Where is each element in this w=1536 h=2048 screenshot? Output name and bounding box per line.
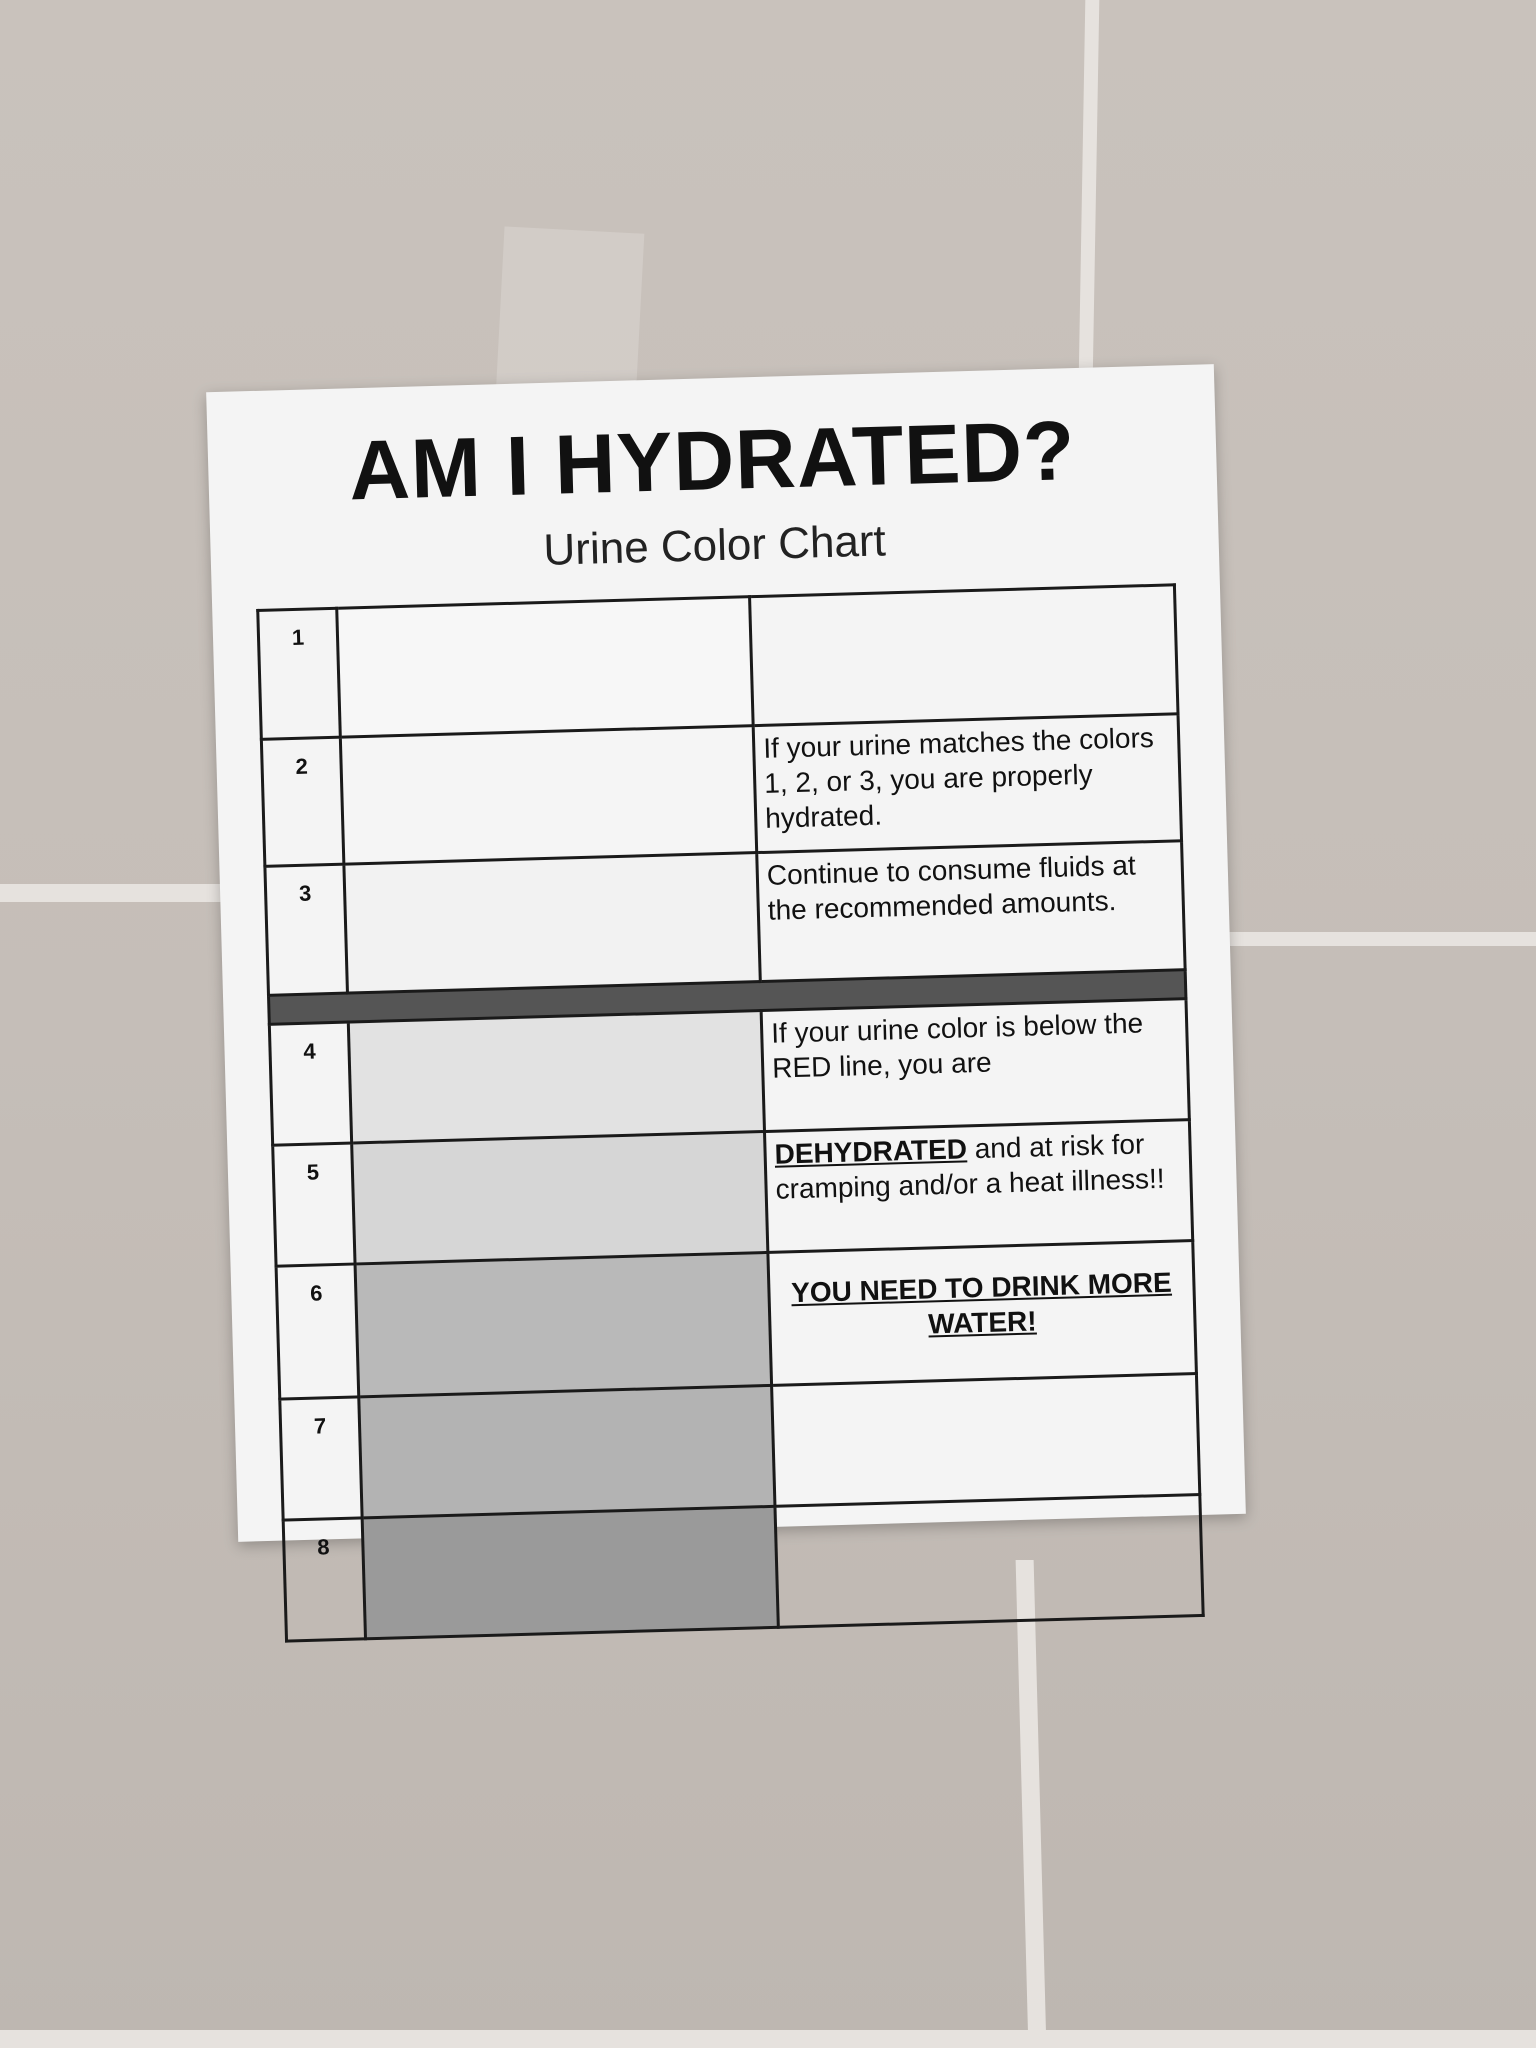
row-number: 8 <box>283 1517 366 1642</box>
row-number: 6 <box>276 1263 359 1400</box>
row-number: 1 <box>257 608 341 740</box>
table-row: 8 <box>283 1494 1204 1642</box>
row-number: 2 <box>261 737 344 867</box>
color-swatch <box>348 1010 765 1144</box>
continue-fluids-note: Continue to consume fluids at the recomm… <box>756 840 1186 982</box>
table-row: 1 <box>257 584 1178 740</box>
hydration-poster: AM I HYDRATED? Urine Color Chart 1 2 If … <box>206 364 1246 1642</box>
below-line-note: If your urine color is below the RED lin… <box>761 998 1190 1132</box>
row-number: 3 <box>264 864 348 996</box>
color-swatch <box>358 1385 775 1518</box>
row-number: 4 <box>269 1022 352 1146</box>
color-swatch <box>355 1252 772 1397</box>
note-cell <box>771 1373 1200 1507</box>
table-row: 2 If your urine matches the colors 1, 2,… <box>261 713 1182 867</box>
row-number: 5 <box>272 1143 356 1267</box>
note-cell <box>749 584 1178 726</box>
table-row: 6 YOU NEED TO DRINK MORE WATER! <box>276 1240 1197 1400</box>
dehydrated-word: DEHYDRATED <box>774 1133 968 1170</box>
color-swatch <box>351 1131 768 1264</box>
dehydrated-note: DEHYDRATED and at risk for cramping and/… <box>764 1119 1193 1253</box>
tile-grout <box>0 2030 1536 2048</box>
table-row: 3 Continue to consume fluids at the reco… <box>264 840 1186 996</box>
drink-water-note: YOU NEED TO DRINK MORE WATER! <box>767 1240 1197 1386</box>
color-swatch <box>336 596 754 738</box>
tile-grout <box>1205 932 1536 946</box>
hydrated-note: If your urine matches the colors 1, 2, o… <box>753 713 1182 853</box>
color-swatch <box>362 1506 779 1639</box>
row-number: 7 <box>279 1396 363 1521</box>
urine-color-table: 1 2 If your urine matches the colors 1, … <box>256 583 1205 1642</box>
note-cell <box>774 1494 1204 1628</box>
tape-strip <box>495 226 645 404</box>
poster-title: AM I HYDRATED? <box>347 403 1077 518</box>
color-swatch <box>340 725 757 865</box>
color-swatch <box>343 852 761 994</box>
